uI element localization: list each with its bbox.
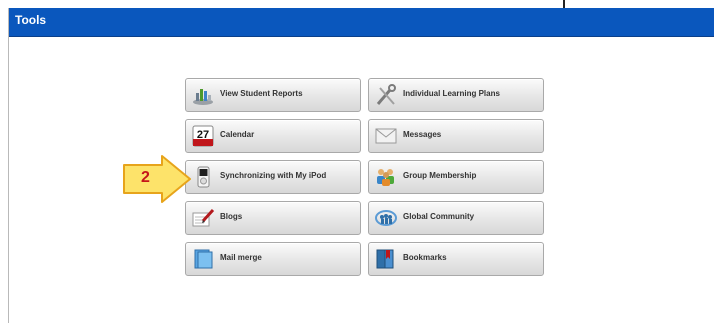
bar-chart-icon	[191, 84, 215, 106]
global-community-button[interactable]: Global Community	[368, 201, 544, 235]
individual-learning-plans-button[interactable]: Individual Learning Plans	[368, 78, 544, 112]
button-label: Synchronizing with My iPod	[220, 171, 327, 180]
button-label: Mail merge	[220, 253, 262, 262]
view-student-reports-button[interactable]: View Student Reports	[185, 78, 361, 112]
button-label: View Student Reports	[220, 89, 303, 98]
button-label: Global Community	[403, 212, 475, 221]
button-label: Individual Learning Plans	[403, 89, 500, 98]
button-label: Blogs	[220, 212, 243, 221]
group-people-icon	[374, 166, 398, 188]
button-label: Bookmarks	[403, 253, 447, 262]
bookmarks-button[interactable]: Bookmarks	[368, 242, 544, 276]
panel-title: Tools	[15, 13, 47, 27]
mail-merge-icon	[191, 248, 215, 270]
sync-ipod-button[interactable]: Synchronizing with My iPod	[185, 160, 361, 194]
blogs-button[interactable]: Blogs	[185, 201, 361, 235]
step-number: 2	[141, 169, 150, 186]
step-callout-arrow	[123, 155, 191, 203]
tools-panel: Tools View Student Reports 27 Calendar S…	[8, 8, 714, 323]
mail-merge-button[interactable]: Mail merge	[185, 242, 361, 276]
top-divider-mark	[563, 0, 565, 8]
button-label: Group Membership	[403, 171, 477, 180]
bookmark-book-icon	[374, 248, 398, 270]
button-label: Messages	[403, 130, 442, 139]
messages-button[interactable]: Messages	[368, 119, 544, 153]
svg-text:27: 27	[197, 129, 209, 141]
button-label: Calendar	[220, 130, 255, 139]
ipod-icon	[191, 166, 215, 188]
group-membership-button[interactable]: Group Membership	[368, 160, 544, 194]
calendar-icon: 27	[191, 125, 215, 147]
title-bar: Tools	[9, 8, 714, 37]
global-community-icon	[374, 207, 398, 229]
tools-icon	[374, 84, 398, 106]
top-strip	[0, 0, 714, 8]
calendar-button[interactable]: 27 Calendar	[185, 119, 361, 153]
envelope-icon	[374, 125, 398, 147]
blog-pencil-icon	[191, 207, 215, 229]
